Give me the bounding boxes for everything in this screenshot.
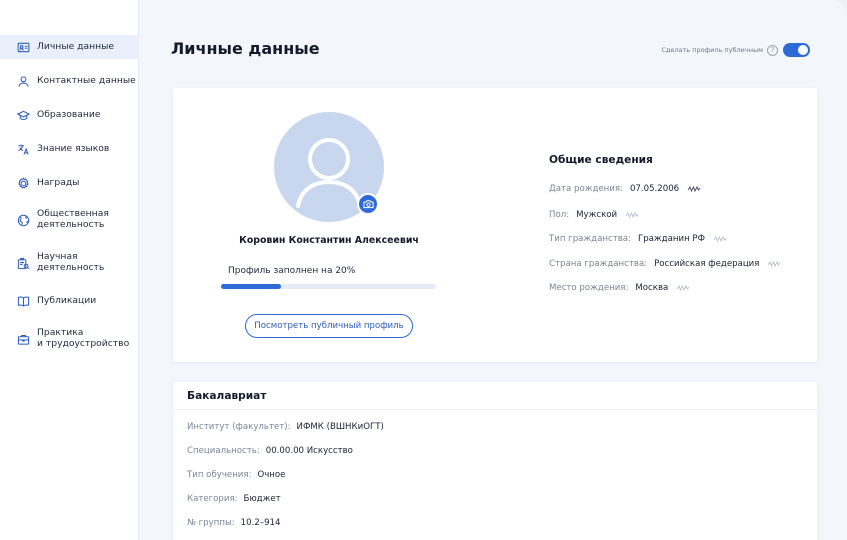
graduation-cap-icon [17, 109, 30, 122]
general-info-heading: Общие сведения [549, 154, 653, 166]
sidebar-item-awards[interactable]: Награды [0, 171, 139, 195]
education-label: Институт (факультет): [187, 422, 291, 432]
book-icon [17, 295, 30, 308]
info-label: Страна гражданства: [549, 259, 648, 269]
sidebar-item-public-activity[interactable]: Общественная деятельность [0, 203, 139, 237]
education-label: № группы: [187, 518, 235, 528]
info-value: Российская федерация [654, 259, 760, 269]
profile-card: Коровин Константин Алексеевич Профиль за… [173, 88, 817, 362]
signature-icon [676, 284, 690, 292]
info-label: Пол: [549, 210, 570, 220]
education-label: Специальность: [187, 446, 260, 456]
info-row-citizenship-country: Страна гражданства: Российская федерация [549, 259, 781, 269]
briefcase-icon [17, 333, 30, 346]
education-row-group: № группы: 10.2–914 [187, 518, 281, 528]
education-label: Категория: [187, 494, 238, 504]
sidebar-item-label: Знание языков [37, 142, 110, 154]
sidebar-item-label: Практика и трудоустройство [37, 327, 130, 349]
sidebar-item-education[interactable]: Образование [0, 103, 139, 127]
page-title: Личные данные [171, 39, 320, 58]
education-card: Бакалавриат Институт (факультет): ИФМК (… [173, 382, 817, 540]
view-public-profile-button[interactable]: Посмотреть публичный профиль [245, 314, 413, 338]
profile-completion-text: Профиль заполнен на 20% [228, 266, 356, 276]
info-value: Мужской [576, 210, 618, 220]
profile-completion-bar [221, 284, 436, 289]
sidebar-item-label: Личные данные [37, 40, 115, 52]
education-card-header: Бакалавриат [173, 382, 817, 410]
education-row-institute: Институт (факультет): ИФМК (ВШНКиОГТ) [187, 422, 384, 432]
education-value: 00.00.00 Искусство [265, 446, 353, 456]
id-card-icon [17, 41, 30, 54]
sidebar-item-label: Награды [37, 176, 80, 188]
person-icon [17, 75, 30, 88]
globe-icon [17, 214, 30, 227]
sidebar-item-languages[interactable]: Знание языков [0, 137, 139, 161]
info-value: Москва [635, 283, 669, 293]
education-value: Очное [257, 470, 286, 480]
info-label: Место рождения: [549, 283, 629, 293]
sidebar-item-label: Публикации [37, 294, 97, 306]
sidebar-item-science[interactable]: Научная деятельность [0, 246, 139, 280]
verified-signature-icon [687, 185, 701, 193]
education-value: 10.2–914 [240, 518, 281, 528]
science-icon [17, 257, 30, 270]
info-row-gender: Пол: Мужской [549, 210, 639, 220]
signature-icon [713, 235, 727, 243]
toggle-knob [798, 45, 808, 55]
signature-icon [768, 260, 781, 268]
education-row-study-type: Тип обучения: Очное [187, 470, 285, 480]
public-profile-toggle-group: Сделать профиль публичным ? [661, 43, 810, 57]
award-icon [17, 176, 30, 190]
education-label: Тип обучения: [187, 470, 252, 480]
sidebar: Личные данные Контактные данные Образова… [0, 0, 139, 540]
camera-icon [362, 200, 374, 209]
change-photo-button[interactable] [357, 193, 379, 215]
info-value: 07.05.2006 [629, 184, 680, 194]
sidebar-item-contacts[interactable]: Контактные данные [0, 69, 139, 93]
sidebar-item-label: Научная деятельность [37, 251, 105, 273]
sidebar-item-label: Общественная деятельность [37, 208, 109, 230]
info-row-birth-date: Дата рождения: 07.05.2006 [549, 184, 701, 194]
info-row-citizenship-type: Тип гражданства: Гражданин РФ [549, 234, 727, 244]
education-value: Бюджет [243, 494, 281, 504]
info-row-birth-place: Место рождения: Москва [549, 283, 690, 293]
education-row-specialty: Специальность: 00.00.00 Искусство [187, 446, 353, 456]
full-name: Коровин Константин Алексеевич [239, 235, 419, 246]
app-frame: Личные данные Контактные данные Образова… [0, 0, 847, 540]
profile-completion-fill [221, 284, 282, 289]
signature-icon [625, 211, 639, 219]
public-profile-toggle[interactable] [783, 43, 810, 57]
sidebar-item-label: Образование [37, 108, 101, 120]
info-label: Дата рождения: [549, 184, 623, 194]
info-label: Тип гражданства: [549, 234, 631, 244]
sidebar-item-publications[interactable]: Публикации [0, 289, 139, 313]
sidebar-item-internship[interactable]: Практика и трудоустройство [0, 322, 139, 356]
public-profile-label: Сделать профиль публичным [661, 46, 763, 54]
sidebar-item-label: Контактные данные [37, 74, 136, 86]
education-row-category: Категория: Бюджет [187, 494, 281, 504]
translate-icon [17, 143, 30, 156]
info-value: Гражданин РФ [637, 234, 705, 244]
education-title: Бакалавриат [187, 390, 267, 402]
sidebar-item-personal-data[interactable]: Личные данные [0, 35, 139, 59]
help-icon[interactable]: ? [767, 44, 778, 56]
education-value: ИФМК (ВШНКиОГТ) [296, 422, 384, 432]
